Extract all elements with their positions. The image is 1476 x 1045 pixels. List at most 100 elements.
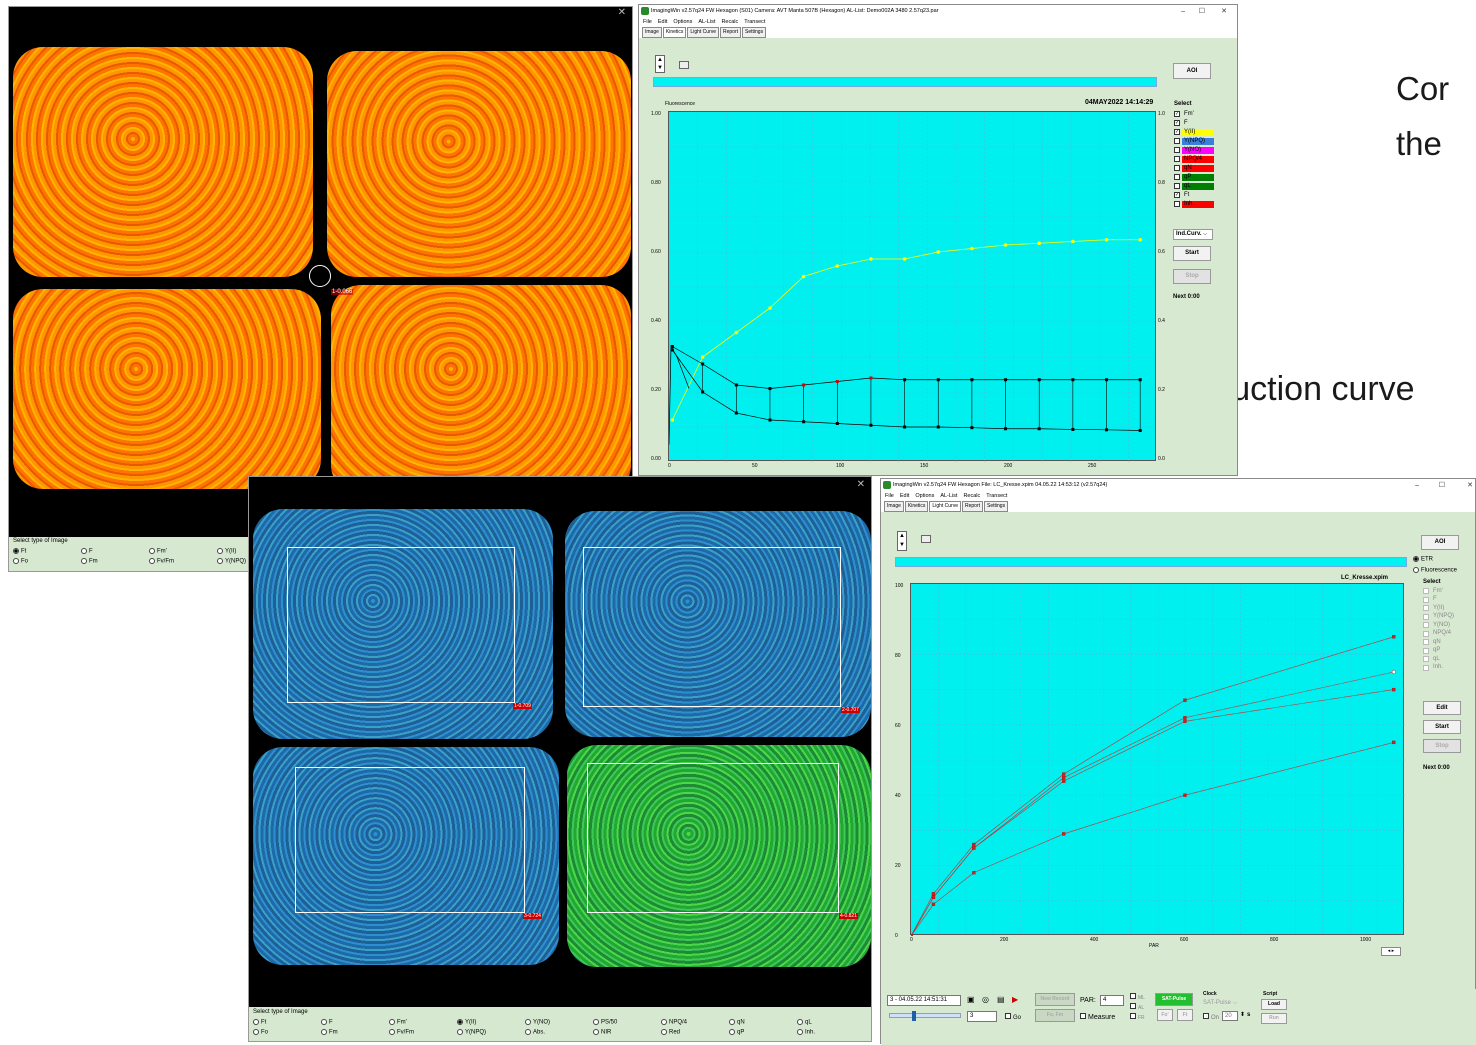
etr-radio[interactable]: ETR [1413, 556, 1433, 563]
legend-item[interactable]: Y(NPQ) [1174, 137, 1214, 145]
sat-pulse-button[interactable]: SAT-Pulse [1155, 993, 1193, 1006]
menu-item[interactable]: Edit [658, 19, 667, 25]
checkbox-icon[interactable] [1174, 201, 1180, 207]
checkbox-icon[interactable] [1423, 605, 1429, 611]
legend-item[interactable]: Fm' [1423, 587, 1445, 595]
image-type-radio[interactable]: Ft [253, 1019, 266, 1026]
image-type-radio[interactable]: Y(NPQ) [457, 1029, 486, 1036]
edit-button[interactable]: Edit [1423, 701, 1461, 715]
menu-item[interactable]: AL-List [940, 493, 957, 499]
tab-image[interactable]: Image [884, 501, 904, 512]
legend-item[interactable]: qL [1423, 655, 1442, 663]
legend-item[interactable]: Y(NO) [1174, 146, 1214, 154]
legend-item[interactable]: qN [1423, 638, 1443, 646]
go-checkbox[interactable]: Go [1005, 1013, 1021, 1021]
image-type-radio[interactable]: Fm' [149, 548, 167, 555]
image-type-radio[interactable]: PS/50 [593, 1019, 617, 1026]
legend-item[interactable]: qP [1174, 173, 1214, 181]
aoi-button[interactable]: AOI [1173, 63, 1211, 79]
close-icon[interactable]: ✕ [1221, 5, 1227, 18]
image-type-radio[interactable]: Inh. [797, 1029, 815, 1036]
record-number[interactable]: 3 [967, 1011, 997, 1022]
checkbox-icon[interactable] [1423, 613, 1429, 620]
light-toggles[interactable]: ML AL FR [1130, 993, 1145, 1023]
checkbox-icon[interactable] [1423, 639, 1429, 645]
image-type-radio[interactable]: Fv/Fm [389, 1029, 414, 1036]
checkbox-icon[interactable] [1423, 630, 1429, 637]
legend-item[interactable]: F [1423, 596, 1439, 604]
menu-item[interactable]: Edit [900, 493, 909, 499]
checkbox-icon[interactable] [1423, 588, 1429, 594]
aoi-circle[interactable] [309, 265, 331, 287]
legend-item[interactable]: ✓ Ft [1174, 191, 1214, 199]
checkbox-icon[interactable]: ✓ [1174, 120, 1180, 126]
maximize-icon[interactable]: ☐ [1439, 479, 1445, 492]
aoi-rect-3[interactable] [295, 767, 525, 913]
minimize-icon[interactable]: – [1415, 479, 1419, 492]
fo-prime-button[interactable]: Fo' [1157, 1009, 1173, 1021]
menu-item[interactable]: Transect [744, 19, 765, 25]
chart-icon[interactable] [679, 61, 689, 69]
tab-report[interactable]: Report [720, 27, 742, 38]
legend-item[interactable]: qL [1174, 182, 1214, 190]
menu-item[interactable]: Transect [986, 493, 1007, 499]
checkbox-icon[interactable]: ✓ [1174, 192, 1180, 198]
tab-light-curve[interactable]: Light Curve [687, 27, 719, 38]
legend-item[interactable]: NPQ/4 [1174, 155, 1214, 163]
legend-item[interactable]: Y(NPQ) [1423, 613, 1456, 621]
image-type-radio[interactable]: Y(II) [457, 1019, 476, 1026]
spinner-icon[interactable]: ▲ ▼ [655, 55, 665, 73]
tab-kinetics[interactable]: Kinetics [662, 27, 687, 38]
menu-item[interactable]: Recalc [963, 493, 980, 499]
image-type-radio[interactable]: Fo [253, 1029, 268, 1036]
menu-item[interactable]: AL-List [698, 19, 715, 25]
checkbox-icon[interactable] [1423, 656, 1429, 662]
menu-item[interactable]: File [885, 493, 894, 499]
checkbox-icon[interactable]: ✓ [1174, 111, 1180, 117]
aoi-button[interactable]: AOI [1421, 535, 1459, 550]
fo-fm-button[interactable]: Fo, Fm [1035, 1009, 1075, 1022]
legend-item[interactable]: Inh. [1174, 200, 1214, 208]
image-type-radio[interactable]: Fv/Fm [149, 558, 174, 565]
legend-item[interactable]: ✓ Fm' [1174, 110, 1214, 118]
image-type-radio[interactable]: F [81, 548, 93, 555]
measure-checkbox[interactable]: Measure [1080, 1013, 1115, 1021]
stop-button[interactable]: Stop [1423, 739, 1461, 753]
checkbox-icon[interactable] [1174, 147, 1180, 153]
clock-on-checkbox[interactable]: On [1203, 1013, 1219, 1021]
image-type-radio[interactable]: qL [797, 1019, 812, 1026]
legend-item[interactable]: Y(NO) [1423, 621, 1452, 629]
image-type-radio[interactable]: Ft [13, 548, 26, 555]
start-button[interactable]: Start [1423, 720, 1461, 734]
tab-settings[interactable]: Settings [984, 501, 1009, 512]
start-button[interactable]: Start [1173, 246, 1211, 261]
image-type-radio[interactable]: NPQ/4 [661, 1019, 687, 1026]
spinner-icon[interactable]: ⬍ [1240, 1011, 1245, 1018]
checkbox-icon[interactable] [1423, 664, 1429, 671]
image-type-radio[interactable]: Y(II) [217, 548, 236, 555]
open-icon[interactable]: ◎ [982, 995, 989, 1004]
legend-item[interactable]: Inh. [1423, 664, 1445, 672]
legend-item[interactable]: qP [1423, 647, 1442, 655]
document-icon[interactable]: ▤ [997, 995, 1005, 1004]
legend-item[interactable]: Y(II) [1423, 604, 1446, 612]
checkbox-icon[interactable] [1174, 156, 1180, 162]
clock-interval-input[interactable]: 20 [1222, 1011, 1238, 1021]
ind-curve-dropdown[interactable]: Ind.Curv. ⌵ [1173, 229, 1213, 240]
tab-report[interactable]: Report [962, 501, 984, 512]
menu-item[interactable]: Options [673, 19, 692, 25]
load-button[interactable]: Load [1261, 999, 1287, 1010]
legend-item[interactable]: ✓ F [1174, 119, 1214, 127]
tab-light-curve[interactable]: Light Curve [929, 501, 961, 512]
minimize-icon[interactable]: – [1181, 5, 1185, 18]
image-type-radio[interactable]: Fo [13, 558, 28, 565]
aoi-rect-2[interactable] [583, 547, 841, 707]
menu-item[interactable]: Recalc [721, 19, 738, 25]
chart-icon[interactable] [921, 535, 931, 543]
checkbox-icon[interactable] [1174, 138, 1180, 144]
tab-image[interactable]: Image [642, 27, 662, 38]
ft-button[interactable]: Ft [1177, 1009, 1193, 1021]
image-type-radio[interactable]: qN [729, 1019, 745, 1026]
close-icon[interactable]: ✕ [1467, 479, 1473, 492]
aoi-rect-1[interactable] [287, 547, 515, 703]
